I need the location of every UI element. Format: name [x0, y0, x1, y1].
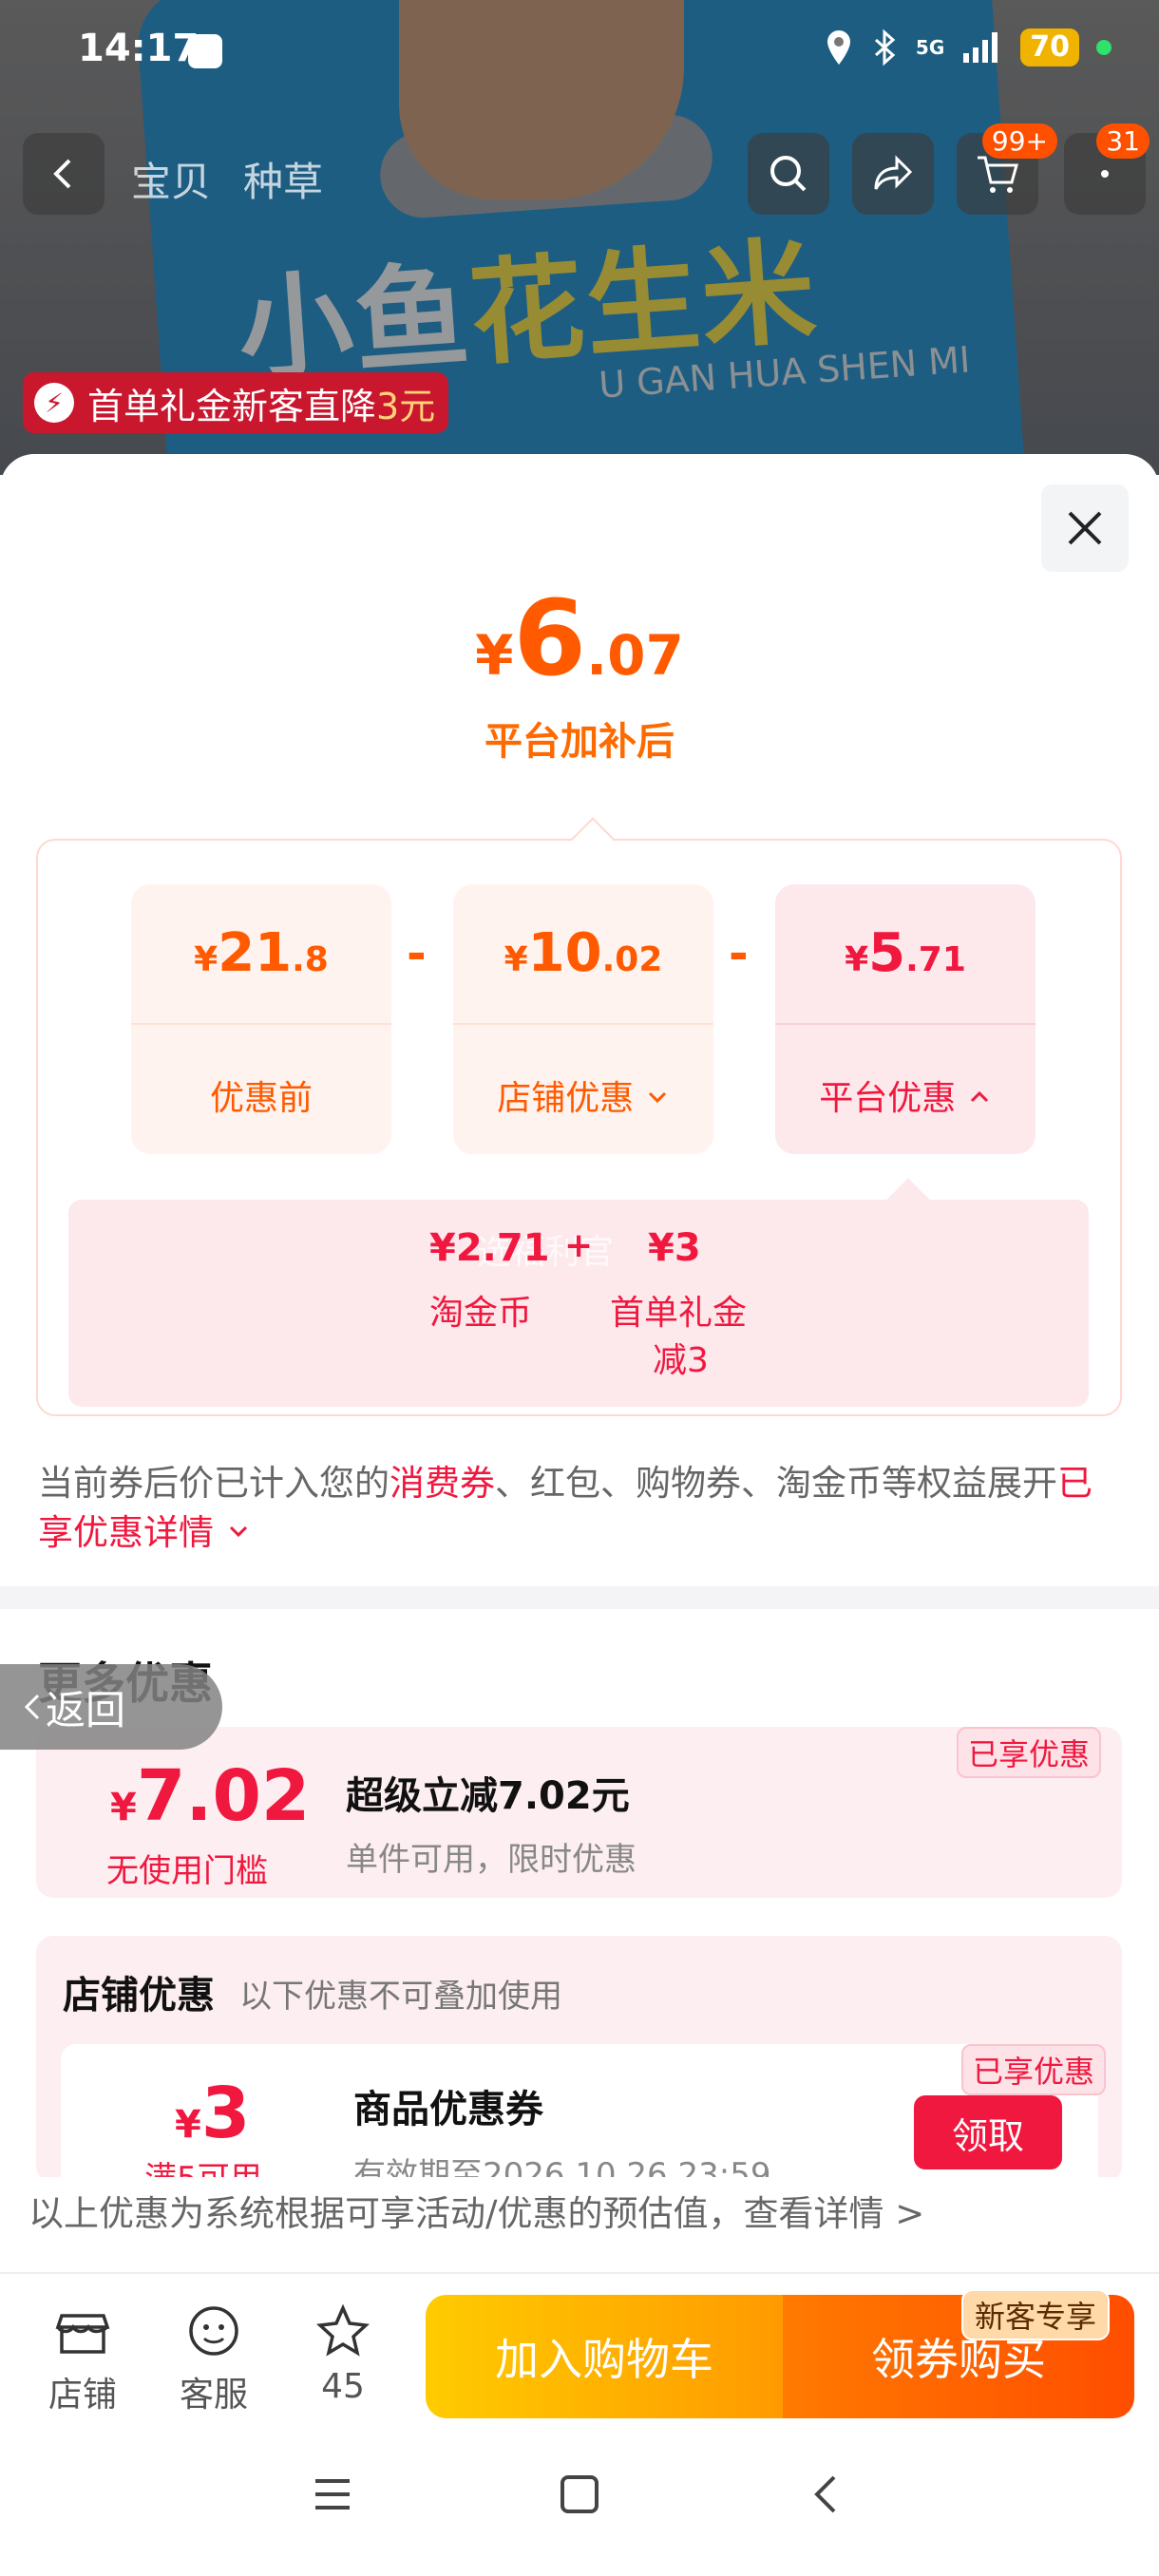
final-price-label: 平台加补后: [484, 720, 674, 764]
instant-discount-amount: ¥7.02: [110, 1755, 311, 1837]
store-offers: 店铺优惠 以下优惠不可叠加使用 已享优惠 ¥3 满5可用 商品优惠券 有效期至2…: [36, 1936, 1122, 2183]
active-indicator-dot: [1096, 40, 1112, 55]
store-offers-subtitle: 以下优惠不可叠加使用: [239, 1978, 562, 2016]
favorite-button[interactable]: 45: [291, 2301, 395, 2406]
note-highlight-coupon[interactable]: 消费券: [390, 1463, 495, 1504]
store-icon: [55, 2314, 110, 2354]
star-icon: [316, 2303, 370, 2357]
more-icon: [1101, 170, 1109, 178]
back-button[interactable]: [23, 133, 104, 215]
store-discount-label: 店铺优惠: [453, 1070, 713, 1120]
instant-discount-title: 超级立减7.02元: [346, 1774, 630, 1818]
platform-discount-details: 选福利官 ¥2.71 + ¥3 淘金币 首单礼金 减3: [68, 1178, 1089, 1407]
top-nav: 宝贝 种草 99+ 31: [0, 123, 1159, 218]
price-breakdown: ¥21.8 优惠前 - ¥10.02 店铺优惠 - ¥5.71 平台优惠 选福利…: [36, 817, 1122, 1416]
gift-value: ¥3: [648, 1226, 701, 1270]
discount-sheet: ¥6.07 平台加补后 ¥21.8 优惠前 - ¥10.02 店铺优惠 - ¥5…: [0, 454, 1159, 2576]
chevron-down-icon[interactable]: [225, 1518, 252, 1544]
share-button[interactable]: [852, 133, 934, 215]
instant-discount-desc: 单件可用，限时优惠: [346, 1841, 636, 1879]
minus-sign: -: [729, 926, 749, 981]
details-caret: [886, 1178, 930, 1222]
store-coupon-card: 已享优惠 ¥3 满5可用 商品优惠券 有效期至2026.10.26 23:59 …: [61, 2044, 1106, 2183]
tab-grass[interactable]: 种草: [243, 150, 323, 208]
new-customer-tag: 新客专享: [960, 2289, 1110, 2340]
bottom-action-bar: 店铺 客服 45 加入购物车 领券购买 新客专享: [0, 2272, 1159, 2434]
back-nav-icon[interactable]: [804, 2472, 849, 2517]
promo-text: 首单礼金新客直降: [87, 385, 377, 427]
location-icon: [826, 30, 850, 65]
original-price-card: ¥21.8 优惠前: [131, 884, 391, 1154]
buy-with-coupon-button[interactable]: 领券购买 新客专享: [783, 2289, 1134, 2418]
chevron-left-icon: [24, 1694, 40, 1720]
close-icon: [1068, 511, 1102, 545]
store-offers-title: 店铺优惠: [63, 1974, 215, 2017]
breakdown-caret: [571, 817, 615, 861]
tab-item[interactable]: 宝贝: [131, 150, 211, 208]
search-icon: [770, 156, 807, 192]
coupon-title: 商品优惠券: [353, 2088, 543, 2131]
shop-button[interactable]: 店铺: [30, 2301, 135, 2416]
platform-discount-label: 平台优惠: [775, 1070, 1036, 1120]
original-price-value: ¥21.8: [194, 922, 329, 984]
add-to-cart-button[interactable]: 加入购物车: [426, 2295, 783, 2418]
plus-sign: +: [564, 1226, 594, 1265]
floating-back-button[interactable]: 返回: [0, 1664, 222, 1750]
cart-button[interactable]: 99+: [957, 123, 1057, 215]
gift-label: 首单礼金: [610, 1294, 748, 1333]
card-divider: [453, 1023, 713, 1025]
menu-icon[interactable]: [310, 2472, 355, 2517]
coin-label: 淘金币: [429, 1294, 533, 1333]
status-icons: 5G 70: [825, 28, 1112, 66]
signal-icon: [963, 32, 998, 63]
app-notification-icon: [188, 34, 222, 68]
system-nav-bar: [0, 2434, 1159, 2576]
lightning-icon: ⚡: [34, 383, 74, 423]
store-discount-value: ¥10.02: [504, 922, 663, 984]
messages-badge: 31: [1096, 123, 1150, 159]
cart-badge: 99+: [981, 123, 1057, 159]
chevron-left-icon: [53, 159, 71, 189]
status-bar: 14:17 5G 70: [0, 0, 1159, 104]
card-divider: [131, 1023, 391, 1025]
coin-value: ¥2.71: [429, 1226, 550, 1270]
final-price: ¥6.07: [0, 578, 1159, 699]
home-icon[interactable]: [557, 2472, 602, 2517]
promo-amount: 3元: [376, 385, 436, 427]
share-icon: [874, 155, 913, 190]
gift-sublabel: 减3: [653, 1341, 709, 1380]
chevron-down-icon: [648, 1091, 666, 1104]
platform-discount-value: ¥5.71: [845, 922, 966, 984]
coupon-amount: ¥3: [175, 2073, 251, 2154]
service-button[interactable]: 客服: [162, 2301, 266, 2416]
card-divider: [775, 1023, 1036, 1025]
instant-discount-card: 已享优惠 ¥7.02 无使用门槛 超级立减7.02元 单件可用，限时优惠: [36, 1727, 1122, 1898]
messages-button[interactable]: 31: [1064, 123, 1150, 215]
enjoyed-tag: 已享优惠: [960, 2044, 1106, 2095]
original-price-label: 优惠前: [209, 1079, 313, 1118]
minus-sign: -: [407, 926, 427, 981]
battery-level: 70: [1020, 28, 1079, 66]
disclaimer-link[interactable]: 以上优惠为系统根据可享活动/优惠的预估值，查看详情 >: [0, 2177, 1159, 2251]
instant-discount-condition: 无使用门槛: [106, 1852, 268, 1890]
bluetooth-icon: [874, 28, 896, 66]
search-button[interactable]: [748, 133, 829, 215]
enjoyed-tag: 已享优惠: [956, 1727, 1101, 1778]
close-button[interactable]: [1041, 484, 1129, 572]
chevron-up-icon: [970, 1090, 988, 1103]
promo-banner[interactable]: ⚡ 首单礼金新客直降 3元: [23, 372, 449, 433]
claim-coupon-button[interactable]: 领取: [914, 2095, 1062, 2169]
price-note: 当前券后价已计入您的消费券、红包、购物券、淘金币等权益展开已享优惠详情: [38, 1463, 1092, 1553]
customer-service-icon: [189, 2306, 238, 2356]
final-price-integer: 6: [513, 578, 587, 699]
final-price-decimal: .07: [586, 623, 684, 688]
final-price-currency: ¥: [475, 623, 514, 688]
store-discount-card[interactable]: ¥10.02 店铺优惠: [453, 884, 713, 1154]
network-label: 5G: [915, 36, 945, 59]
status-time: 14:17: [78, 27, 200, 70]
platform-discount-card[interactable]: ¥5.71 平台优惠: [775, 884, 1036, 1154]
section-divider: [0, 1586, 1159, 1609]
